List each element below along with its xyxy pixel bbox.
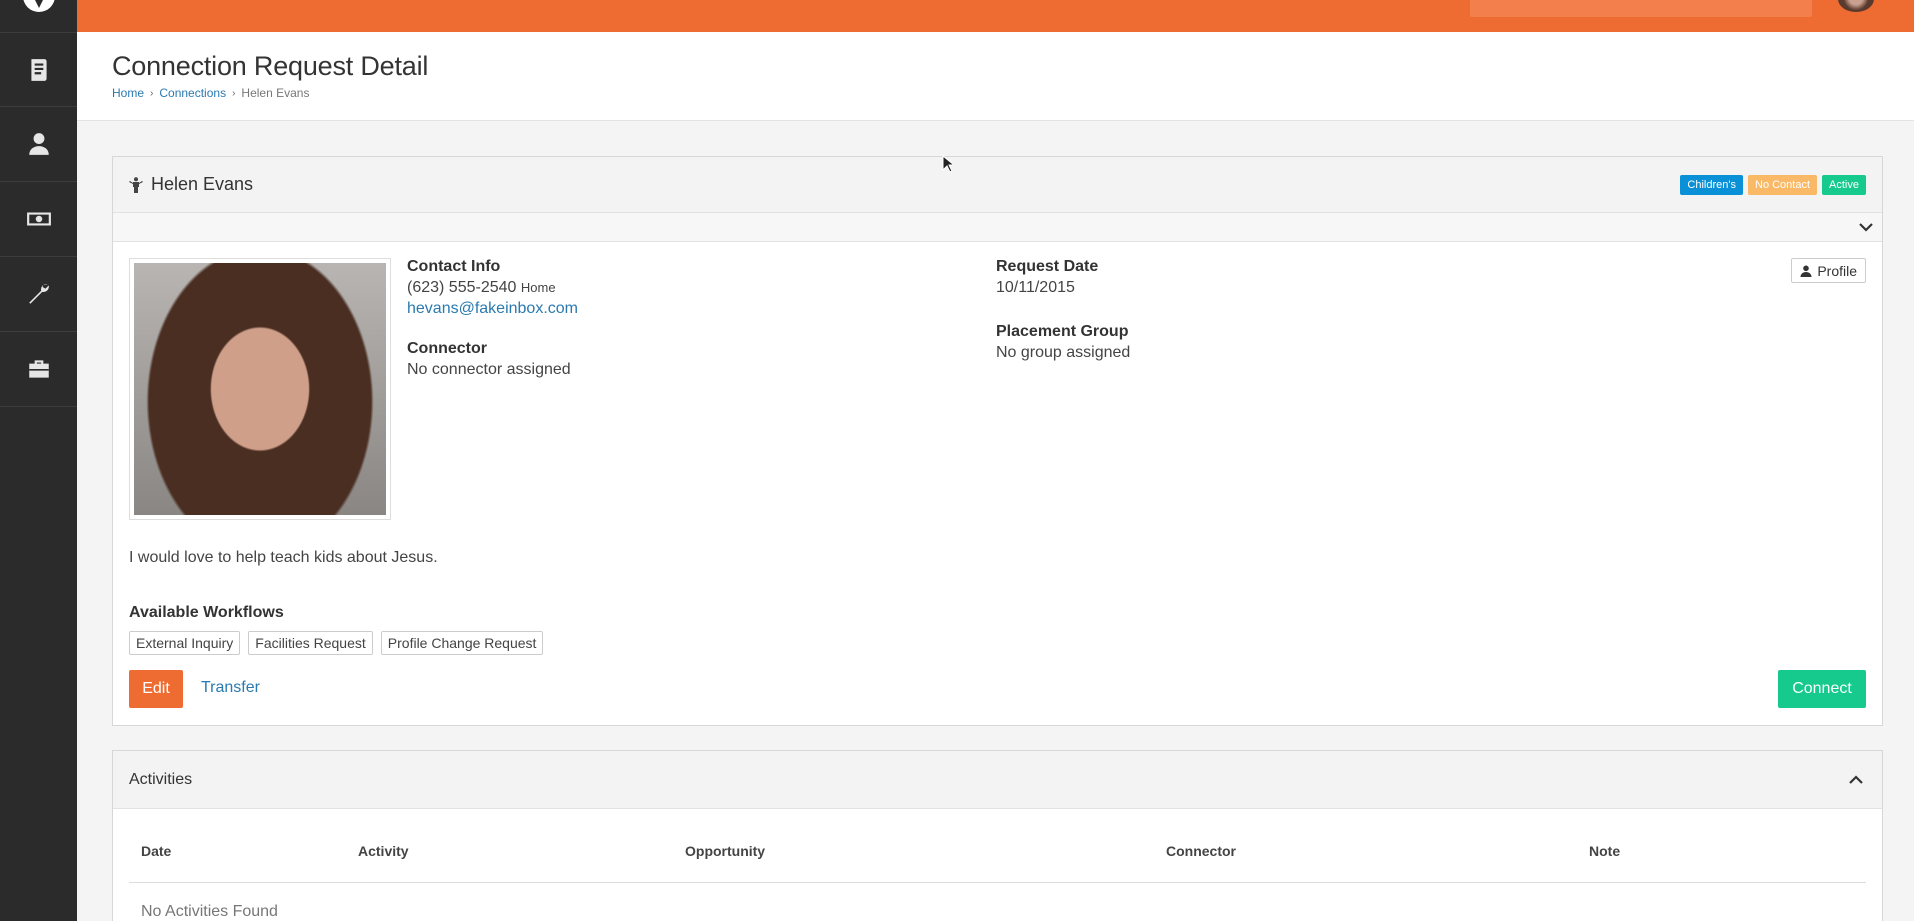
activities-heading[interactable]: Activities bbox=[113, 751, 1882, 809]
label-campus: Children's bbox=[1680, 174, 1743, 195]
connect-button[interactable]: Connect bbox=[1778, 670, 1866, 708]
table-header-row: Date Activity Opportunity Connector Note bbox=[129, 843, 1866, 883]
label-state: Active bbox=[1822, 174, 1866, 195]
workflow-profile-change-request[interactable]: Profile Change Request bbox=[380, 631, 544, 655]
user-icon bbox=[1800, 265, 1812, 277]
sidebar-item-content[interactable] bbox=[0, 32, 77, 107]
profile-button[interactable]: Profile bbox=[1791, 258, 1866, 283]
sidebar-item-tools[interactable] bbox=[0, 257, 77, 332]
column-activity[interactable]: Activity bbox=[358, 843, 685, 859]
request-name: Helen Evans bbox=[151, 174, 254, 194]
request-date: 10/11/2015 bbox=[996, 279, 1075, 296]
activities-panel: Activities Date Activity Opportunity Con… bbox=[112, 750, 1883, 921]
panel-title: Helen Evans bbox=[129, 174, 253, 195]
phone-type: Home bbox=[520, 280, 556, 295]
phone-number: (623) 555-2540 bbox=[407, 279, 517, 296]
workflow-facilities-request[interactable]: Facilities Request bbox=[248, 631, 373, 655]
book-icon bbox=[30, 58, 47, 81]
activities-table: Date Activity Opportunity Connector Note… bbox=[129, 843, 1866, 921]
placement-group-value: No group assigned bbox=[996, 344, 1131, 361]
workflow-external-inquiry[interactable]: External Inquiry bbox=[129, 631, 241, 655]
chevron-up-icon[interactable] bbox=[1848, 773, 1864, 787]
email-link[interactable]: hevans@fakeinbox.com bbox=[407, 300, 578, 318]
panel-body: Contact Info (623) 555-2540 Home hevans@… bbox=[113, 242, 1882, 726]
phone-line: (623) 555-2540 Home bbox=[407, 279, 578, 297]
wrench-icon bbox=[28, 284, 49, 304]
search-input[interactable] bbox=[1470, 0, 1812, 17]
column-date[interactable]: Date bbox=[129, 843, 358, 859]
request-panel: Helen Evans Children's No Contact Active… bbox=[112, 156, 1883, 726]
breadcrumb-connections[interactable]: Connections bbox=[159, 86, 226, 100]
profile-button-label: Profile bbox=[1817, 262, 1857, 279]
connector-value: No connector assigned bbox=[407, 361, 571, 378]
person-photo bbox=[129, 258, 391, 520]
mouse-cursor-icon bbox=[942, 155, 954, 173]
sidebar-item-people[interactable] bbox=[0, 107, 77, 182]
label-contact-status: No Contact bbox=[1748, 174, 1818, 195]
rock-logo-icon[interactable] bbox=[0, 0, 77, 32]
chevron-down-icon[interactable] bbox=[1858, 220, 1874, 234]
contact-info-label: Contact Info bbox=[407, 258, 501, 275]
breadcrumb: Home › Connections › Helen Evans bbox=[112, 86, 1914, 100]
top-bar bbox=[77, 0, 1914, 32]
contact-info-block: Contact Info (623) 555-2540 Home hevans@… bbox=[407, 258, 578, 379]
request-info-block: Request Date 10/11/2015 Placement Group … bbox=[996, 258, 1130, 362]
workflows-label: Available Workflows bbox=[129, 604, 284, 621]
panel-heading: Helen Evans Children's No Contact Active bbox=[113, 157, 1882, 213]
request-comment: I would love to help teach kids about Je… bbox=[129, 549, 438, 566]
sidebar-item-finance[interactable] bbox=[0, 182, 77, 257]
panel-subheader bbox=[113, 213, 1882, 242]
briefcase-icon bbox=[28, 360, 49, 378]
activities-title: Activities bbox=[129, 770, 193, 788]
connector-label: Connector bbox=[407, 340, 487, 357]
user-avatar[interactable] bbox=[1838, 0, 1874, 12]
sidebar-item-admin[interactable] bbox=[0, 332, 77, 407]
transfer-link[interactable]: Transfer bbox=[201, 679, 260, 697]
breadcrumb-home[interactable]: Home bbox=[112, 86, 144, 100]
money-icon bbox=[26, 212, 51, 226]
status-labels: Children's No Contact Active bbox=[1680, 174, 1866, 195]
page-title: Connection Request Detail bbox=[112, 51, 429, 81]
column-opportunity[interactable]: Opportunity bbox=[685, 843, 1166, 859]
chevron-right-icon: › bbox=[232, 87, 236, 99]
workflow-list: External Inquiry Facilities Request Prof… bbox=[129, 631, 544, 655]
column-connector[interactable]: Connector bbox=[1166, 843, 1589, 859]
page-header: Connection Request Detail Home › Connect… bbox=[77, 32, 1914, 121]
chevron-right-icon: › bbox=[150, 87, 154, 99]
user-icon bbox=[28, 133, 49, 155]
person-standing-icon bbox=[129, 176, 143, 193]
request-date-label: Request Date bbox=[996, 258, 1099, 275]
breadcrumb-current: Helen Evans bbox=[241, 86, 310, 100]
column-note[interactable]: Note bbox=[1589, 843, 1620, 859]
edit-button[interactable]: Edit bbox=[129, 670, 183, 708]
empty-message: No Activities Found bbox=[141, 903, 278, 920]
sidebar bbox=[0, 0, 77, 921]
placement-group-label: Placement Group bbox=[996, 323, 1129, 340]
